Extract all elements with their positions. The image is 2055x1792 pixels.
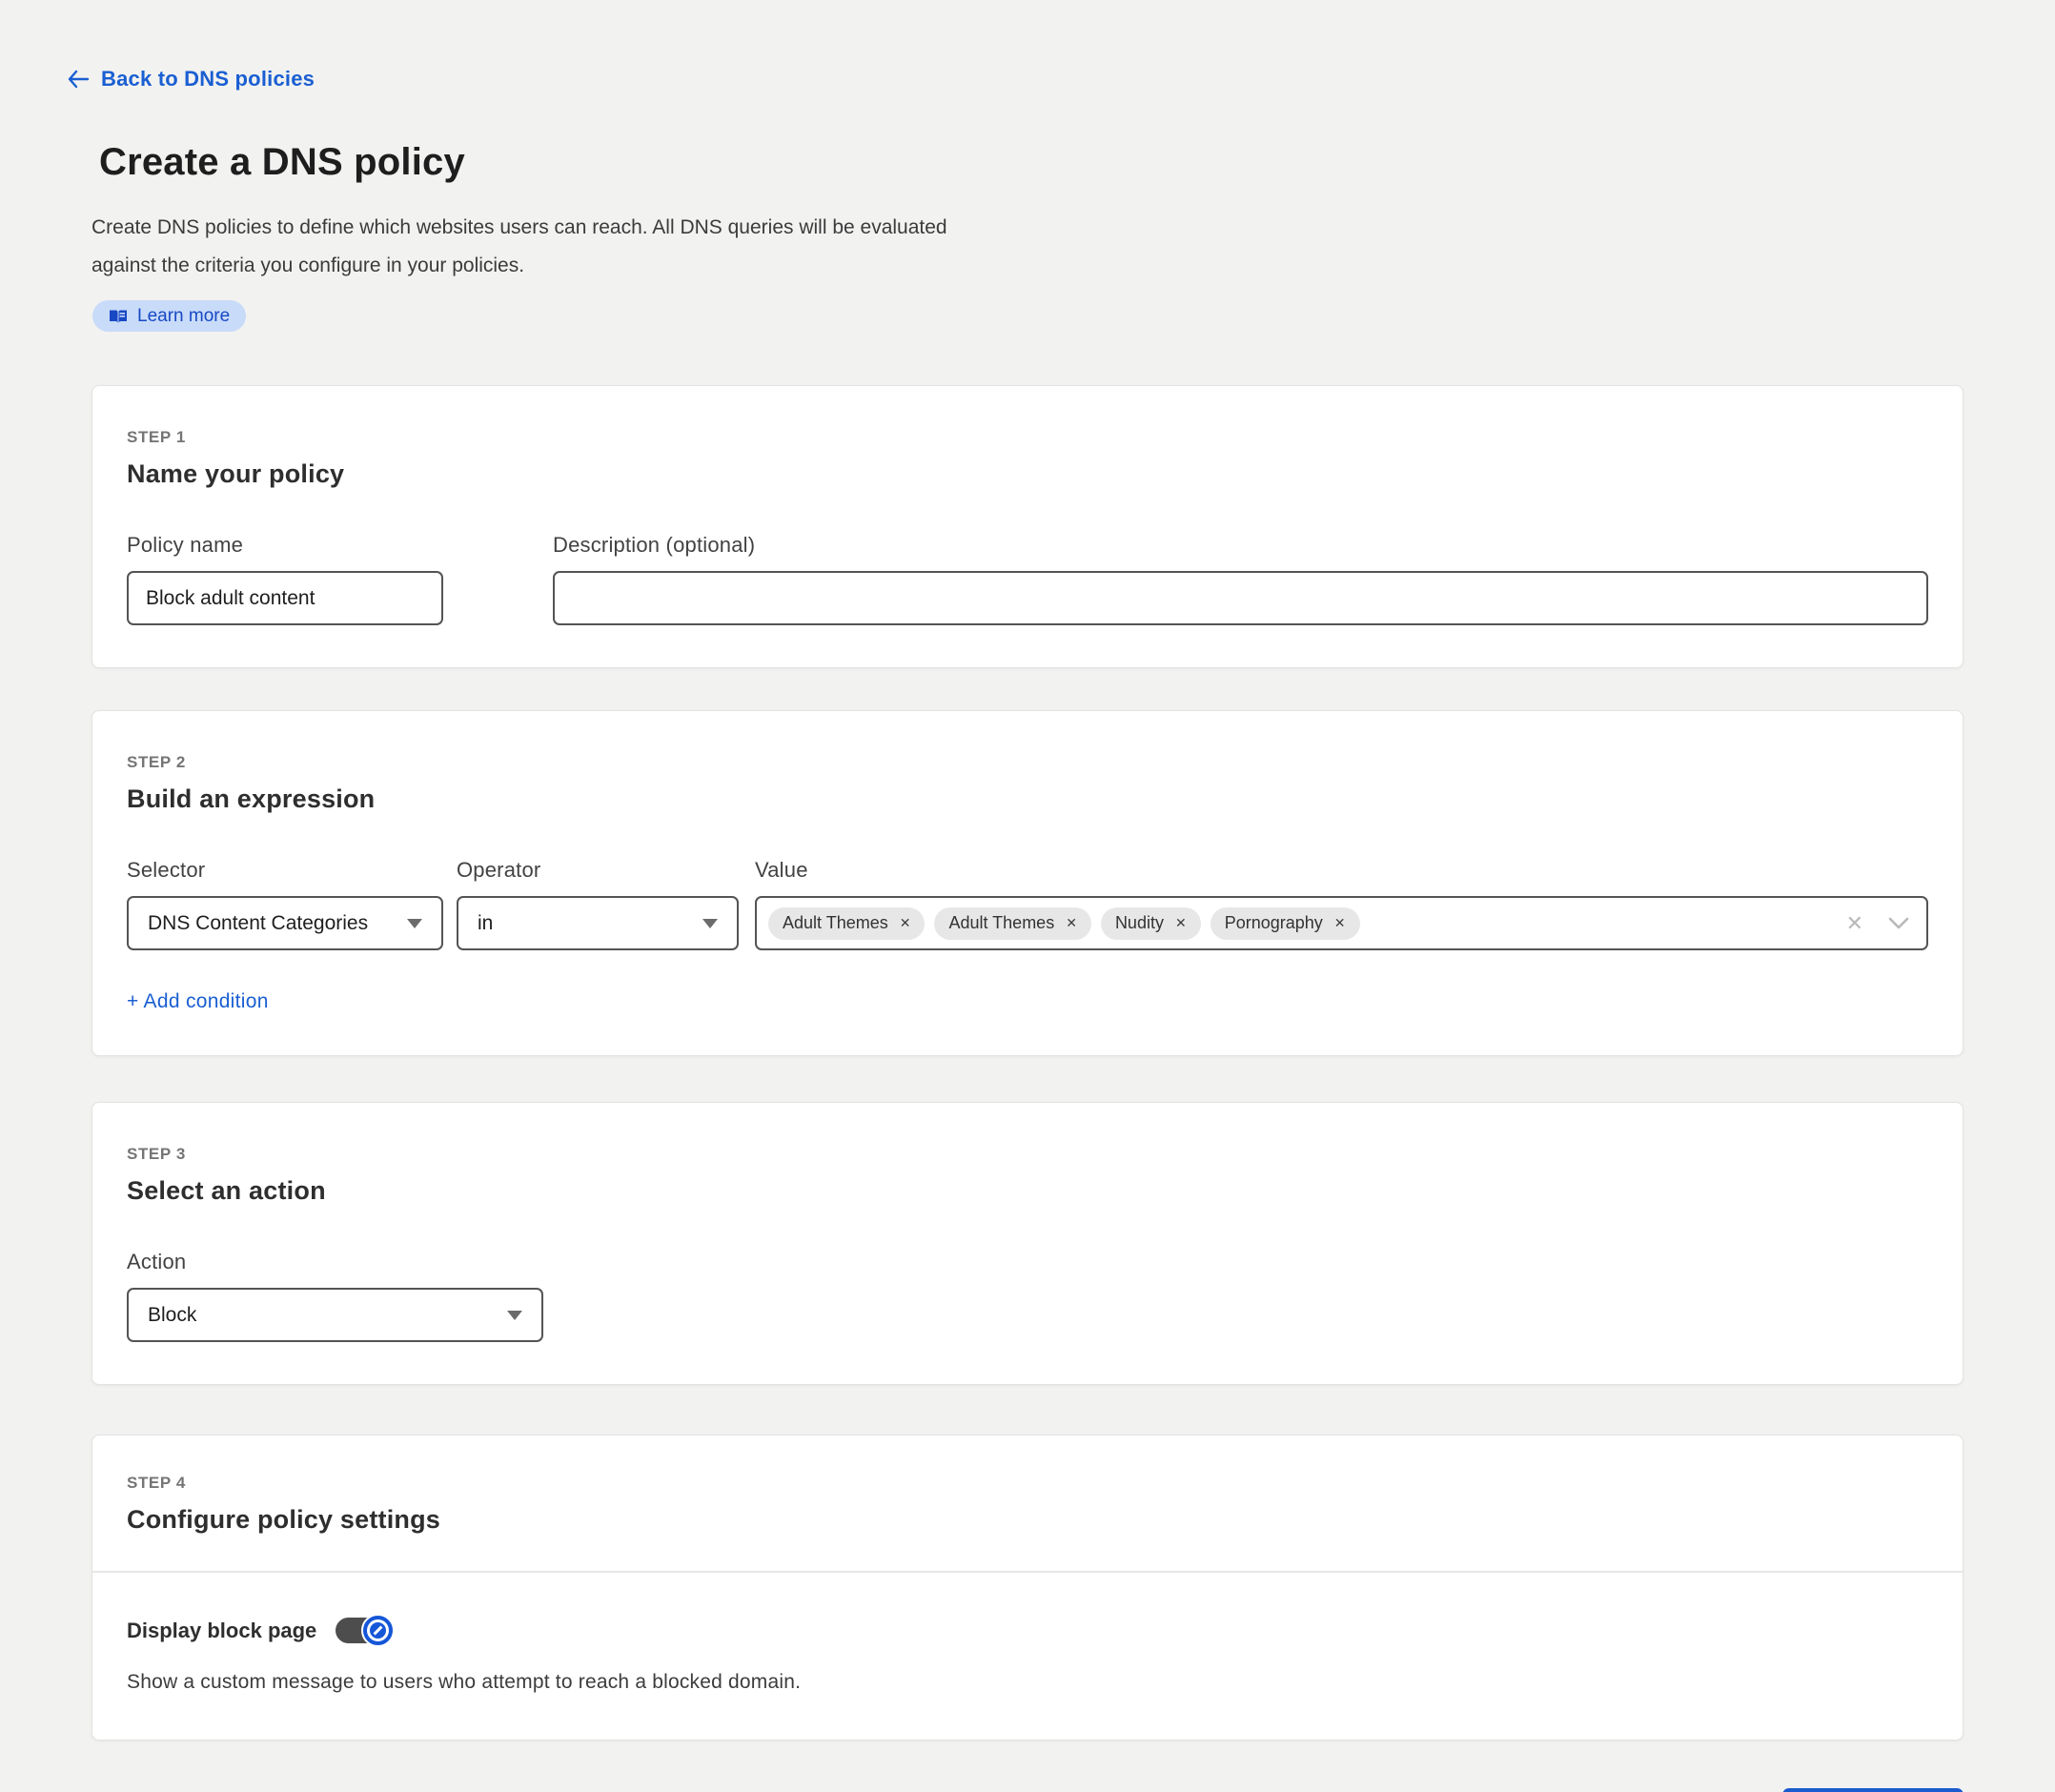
selector-label: Selector	[127, 858, 443, 883]
step1-label: STEP 1	[127, 428, 1928, 447]
operator-label: Operator	[457, 858, 739, 883]
step3-card: STEP 3 Select an action Action Block	[92, 1102, 1963, 1385]
remove-tag-icon[interactable]: ✕	[1175, 915, 1187, 931]
description-input[interactable]	[553, 571, 1928, 625]
step1-card: STEP 1 Name your policy Policy name Desc…	[92, 385, 1963, 668]
remove-tag-icon[interactable]: ✕	[1334, 915, 1346, 931]
step2-label: STEP 2	[127, 753, 1928, 772]
value-label: Value	[755, 858, 1928, 883]
add-condition-link[interactable]: + Add condition	[127, 990, 269, 1013]
display-block-page-label: Display block page	[127, 1619, 316, 1643]
value-tag-label: Adult Themes	[948, 913, 1054, 933]
value-tag-label: Pornography	[1225, 913, 1323, 933]
step4-title: Configure policy settings	[127, 1505, 1928, 1535]
value-multiselect[interactable]: Adult Themes✕Adult Themes✕Nudity✕Pornogr…	[755, 896, 1928, 950]
policy-name-label: Policy name	[127, 533, 443, 558]
back-link-label: Back to DNS policies	[101, 67, 315, 92]
selector-dropdown[interactable]: DNS Content Categories	[127, 896, 443, 950]
value-tag: Pornography ✕	[1211, 907, 1360, 940]
step2-card: STEP 2 Build an expression Selector DNS …	[92, 710, 1963, 1056]
action-value: Block	[148, 1304, 196, 1327]
action-label: Action	[127, 1250, 543, 1274]
step2-title: Build an expression	[127, 784, 1928, 814]
value-tag-label: Adult Themes	[783, 913, 888, 933]
operator-value: in	[478, 912, 493, 935]
arrow-left-icon	[67, 70, 90, 89]
policy-name-input[interactable]	[127, 571, 443, 625]
chevron-down-icon	[507, 1311, 522, 1320]
clear-values-icon[interactable]: ✕	[1846, 913, 1863, 934]
create-policy-button[interactable]: Create policy	[1782, 1788, 1963, 1792]
chevron-down-icon	[702, 919, 718, 928]
chevron-down-icon[interactable]	[1888, 917, 1909, 930]
selector-value: DNS Content Categories	[148, 912, 368, 935]
create-dns-policy-page: Back to DNS policies Create a DNS policy…	[0, 0, 2055, 1792]
step4-label: STEP 4	[127, 1474, 1928, 1493]
learn-more-label: Learn more	[137, 306, 230, 327]
value-tag: Adult Themes ✕	[934, 907, 1090, 940]
value-tag-label: Nudity	[1115, 913, 1164, 933]
value-tag: Nudity ✕	[1101, 907, 1201, 940]
back-to-dns-policies-link[interactable]: Back to DNS policies	[67, 67, 315, 92]
step1-title: Name your policy	[127, 459, 1928, 489]
learn-more-button[interactable]: Learn more	[92, 300, 246, 332]
book-icon	[109, 309, 128, 324]
action-dropdown[interactable]: Block	[127, 1288, 543, 1342]
toggle-knob-icon	[361, 1614, 395, 1647]
remove-tag-icon[interactable]: ✕	[900, 915, 911, 931]
page-description: Create DNS policies to define which webs…	[92, 209, 959, 285]
display-block-page-description: Show a custom message to users who attem…	[127, 1671, 1928, 1694]
step4-card: STEP 4 Configure policy settings Display…	[92, 1435, 1963, 1741]
page-title: Create a DNS policy	[99, 141, 1963, 184]
chevron-down-icon	[407, 919, 422, 928]
value-tag: Adult Themes ✕	[768, 907, 925, 940]
description-label: Description (optional)	[553, 533, 1928, 558]
step3-label: STEP 3	[127, 1145, 1928, 1164]
operator-dropdown[interactable]: in	[457, 896, 739, 950]
display-block-page-toggle[interactable]	[336, 1617, 391, 1644]
value-tags: Adult Themes✕Adult Themes✕Nudity✕Pornogr…	[768, 907, 1846, 940]
remove-tag-icon[interactable]: ✕	[1066, 915, 1077, 931]
step3-title: Select an action	[127, 1176, 1928, 1206]
